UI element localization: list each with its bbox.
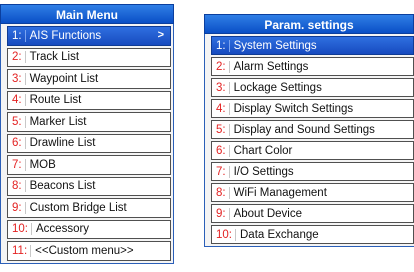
- settings-item-chart-color[interactable]: 6: Chart Color: [211, 141, 414, 160]
- menu-item-drawline-list[interactable]: 6: Drawline List: [7, 133, 171, 153]
- item-label: <<Custom menu>>: [35, 244, 134, 257]
- item-label: I/O Settings: [233, 165, 294, 178]
- menu-item-beacons-list[interactable]: 8: Beacons List: [7, 176, 171, 196]
- item-label: Data Exchange: [240, 228, 319, 241]
- settings-item-about-device[interactable]: 9: About Device: [211, 204, 414, 223]
- item-label: Drawline List: [29, 137, 96, 150]
- item-label: Track List: [29, 51, 80, 64]
- item-number: 7:: [8, 158, 26, 171]
- item-number: 5:: [8, 115, 26, 128]
- item-label: Display and Sound Settings: [233, 123, 375, 136]
- item-label: MOB: [29, 158, 56, 171]
- item-number: 8:: [8, 180, 26, 193]
- item-label: Lockage Settings: [233, 81, 322, 94]
- item-number: 8:: [212, 186, 230, 199]
- item-label: Display Switch Settings: [233, 102, 354, 115]
- main-menu-list: 1: AIS Functions > 2: Track List 3: Wayp…: [0, 24, 174, 264]
- item-number: 4:: [8, 94, 26, 107]
- param-settings-list: 1: System Settings 2: Alarm Settings 3: …: [204, 34, 414, 247]
- menu-item-mob[interactable]: 7: MOB: [7, 155, 171, 175]
- main-menu-panel: Main Menu 1: AIS Functions > 2: Track Li…: [0, 4, 174, 264]
- item-label: Waypoint List: [29, 72, 99, 85]
- item-number: 9:: [212, 207, 230, 220]
- item-label: Chart Color: [233, 144, 293, 157]
- item-label: System Settings: [233, 39, 317, 52]
- menu-item-waypoint-list[interactable]: 3: Waypoint List: [7, 69, 171, 89]
- menu-item-custom-bridge-list[interactable]: 9: Custom Bridge List: [7, 198, 171, 218]
- item-number: 6:: [212, 144, 230, 157]
- menu-item-marker-list[interactable]: 5: Marker List: [7, 112, 171, 132]
- settings-item-wifi[interactable]: 8: WiFi Management: [211, 183, 414, 202]
- menu-item-track-list[interactable]: 2: Track List: [7, 47, 171, 67]
- item-number: 5:: [212, 123, 230, 136]
- item-number: 1:: [212, 39, 230, 52]
- menu-item-ais-functions[interactable]: 1: AIS Functions >: [7, 26, 171, 46]
- item-number: 6:: [8, 137, 26, 150]
- submenu-arrow-icon: >: [157, 29, 164, 41]
- settings-item-data-exchange[interactable]: 10: Data Exchange: [211, 225, 414, 244]
- item-number: 3:: [212, 81, 230, 94]
- item-label: Route List: [29, 94, 82, 107]
- item-number: 11:: [8, 244, 32, 257]
- item-label: Custom Bridge List: [29, 201, 127, 214]
- item-number: 3:: [8, 72, 26, 85]
- item-label: Marker List: [29, 115, 87, 128]
- item-label: Accessory: [36, 223, 90, 236]
- settings-item-lockage[interactable]: 3: Lockage Settings: [211, 78, 414, 97]
- param-settings-panel: Param. settings 1: System Settings 2: Al…: [204, 14, 414, 247]
- item-number: 7:: [212, 165, 230, 178]
- item-number: 9:: [8, 201, 26, 214]
- menu-item-accessory[interactable]: 10: Accessory: [7, 219, 171, 239]
- item-number: 1:: [8, 29, 26, 42]
- item-label: About Device: [233, 207, 302, 220]
- item-number: 2:: [8, 51, 26, 64]
- param-settings-title: Param. settings: [204, 14, 414, 34]
- settings-item-alarm[interactable]: 2: Alarm Settings: [211, 57, 414, 76]
- menu-item-custom-menu[interactable]: 11: <<Custom menu>>: [7, 241, 171, 261]
- settings-item-io[interactable]: 7: I/O Settings: [211, 162, 414, 181]
- settings-item-display-sound[interactable]: 5: Display and Sound Settings: [211, 120, 414, 139]
- item-label: Alarm Settings: [233, 60, 309, 73]
- settings-item-system[interactable]: 1: System Settings: [211, 36, 414, 55]
- item-number: 4:: [212, 102, 230, 115]
- item-label: Beacons List: [29, 180, 96, 193]
- main-menu-title: Main Menu: [0, 4, 174, 24]
- item-label: WiFi Management: [233, 186, 327, 199]
- item-number: 2:: [212, 60, 230, 73]
- item-number: 10:: [8, 223, 32, 236]
- settings-item-display-switch[interactable]: 4: Display Switch Settings: [211, 99, 414, 118]
- item-label: AIS Functions: [29, 29, 102, 42]
- item-number: 10:: [212, 228, 236, 241]
- menu-item-route-list[interactable]: 4: Route List: [7, 90, 171, 110]
